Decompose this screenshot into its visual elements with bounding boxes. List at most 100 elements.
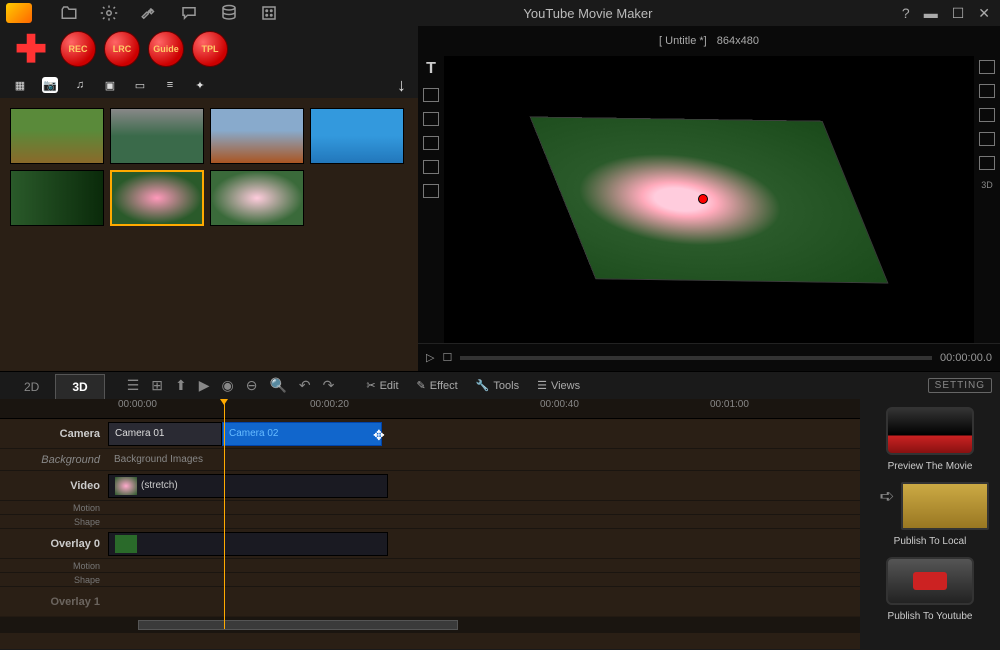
app-logo bbox=[6, 3, 32, 23]
background-clip[interactable]: Background Images bbox=[108, 451, 708, 469]
align-top-icon[interactable] bbox=[423, 160, 439, 174]
camera-add-icon[interactable]: ⊞ bbox=[151, 377, 163, 394]
zoom-out-icon[interactable]: ⊖ bbox=[246, 377, 258, 394]
music-tab-icon[interactable]: ♫ bbox=[72, 77, 88, 93]
overlay1-track-label: Overlay 1 bbox=[0, 596, 108, 608]
scrollbar-thumb[interactable] bbox=[138, 620, 458, 630]
list-tab-icon[interactable]: ≡ bbox=[162, 77, 178, 93]
app-title: YouTube Movie Maker bbox=[278, 6, 898, 21]
camera-clip-2[interactable]: Camera 02 ✥ bbox=[222, 422, 382, 446]
edit-menu[interactable]: ✂ Edit bbox=[366, 379, 398, 392]
close-button[interactable]: ✕ bbox=[974, 5, 994, 22]
app-icon[interactable] bbox=[260, 4, 278, 22]
camera-clip-1[interactable]: Camera 01 bbox=[108, 422, 222, 446]
record-button[interactable]: REC bbox=[60, 31, 96, 67]
timeline-scrollbar[interactable] bbox=[0, 617, 860, 633]
help-button[interactable]: ? bbox=[898, 5, 914, 22]
arrow-icon: ➪ bbox=[879, 486, 894, 507]
menu-icon[interactable]: ☰ bbox=[127, 377, 140, 394]
video-tab-icon[interactable]: ▦ bbox=[12, 77, 28, 93]
image-tab-icon[interactable]: ▭ bbox=[132, 77, 148, 93]
publish-youtube-label: Publish To Youtube bbox=[888, 611, 973, 622]
align-right-icon[interactable] bbox=[423, 136, 439, 150]
overlay0-track-label: Overlay 0 bbox=[0, 538, 108, 550]
minimize-button[interactable]: ▬ bbox=[920, 5, 942, 22]
clip-thumb-icon bbox=[115, 477, 137, 495]
ruler-tick: 00:00:40 bbox=[540, 399, 579, 410]
stop-button[interactable]: ☐ bbox=[442, 351, 452, 364]
publish-local-button[interactable] bbox=[901, 482, 989, 530]
media-thumb[interactable] bbox=[310, 108, 404, 164]
tab-2d[interactable]: 2D bbox=[8, 375, 55, 399]
3d-tool-icon[interactable]: 3D bbox=[981, 180, 993, 190]
play-icon[interactable]: ▶ bbox=[199, 377, 210, 394]
timeline[interactable]: 00:00:00 00:00:20 00:00:40 00:01:00 Came… bbox=[0, 399, 860, 649]
media-thumb[interactable] bbox=[10, 108, 104, 164]
tab-3d[interactable]: 3D bbox=[55, 374, 104, 399]
motion-track-label: Motion bbox=[0, 503, 108, 513]
preview-movie-label: Preview The Movie bbox=[888, 461, 973, 472]
play-button[interactable]: ▷ bbox=[426, 351, 434, 364]
redo-icon[interactable]: ↷ bbox=[323, 377, 335, 394]
publish-youtube-button[interactable] bbox=[886, 557, 974, 605]
plugin-tab-icon[interactable]: ✦ bbox=[192, 77, 208, 93]
media-thumb-selected[interactable] bbox=[110, 170, 204, 226]
bounds-tool-icon[interactable] bbox=[979, 132, 995, 146]
shape-track-label: Shape bbox=[0, 517, 108, 527]
folder-icon[interactable] bbox=[60, 4, 78, 22]
background-track-label: Background bbox=[0, 454, 108, 466]
ruler-tick: 00:00:20 bbox=[310, 399, 349, 410]
move-cursor-icon: ✥ bbox=[373, 427, 385, 444]
effect-tab-icon[interactable]: ▣ bbox=[102, 77, 118, 93]
text-tool-icon[interactable]: T bbox=[426, 60, 436, 78]
grid-tool-icon[interactable] bbox=[979, 60, 995, 74]
time-ruler[interactable]: 00:00:00 00:00:20 00:00:40 00:01:00 bbox=[0, 399, 860, 419]
clip-thumb-icon bbox=[115, 535, 137, 553]
frame-tool-icon[interactable] bbox=[979, 156, 995, 170]
gear-icon[interactable] bbox=[100, 4, 118, 22]
media-thumb[interactable] bbox=[10, 170, 104, 226]
preview-movie-button[interactable] bbox=[886, 407, 974, 455]
playhead[interactable] bbox=[224, 399, 225, 629]
tpl-button[interactable]: TPL bbox=[192, 31, 228, 67]
align-left-icon[interactable] bbox=[423, 88, 439, 102]
playback-time: 00:00:00.0 bbox=[940, 352, 992, 364]
add-media-button[interactable]: ✚ bbox=[10, 28, 52, 70]
playback-slider[interactable] bbox=[460, 356, 932, 360]
photo-tab-icon[interactable]: 📷 bbox=[42, 77, 58, 93]
tools-menu[interactable]: 🔧 Tools bbox=[476, 379, 519, 392]
guide-button[interactable]: Guide bbox=[148, 31, 184, 67]
layer-tool-icon[interactable] bbox=[979, 108, 995, 122]
ruler-tick: 00:00:00 bbox=[118, 399, 157, 410]
stop-icon[interactable]: ◉ bbox=[222, 377, 234, 394]
preview-resolution: 864x480 bbox=[717, 35, 759, 47]
views-menu[interactable]: ☰ Views bbox=[537, 379, 580, 392]
zoom-icon[interactable]: 🔍 bbox=[269, 377, 286, 394]
lrc-button[interactable]: LRC bbox=[104, 31, 140, 67]
database-icon[interactable] bbox=[220, 4, 238, 22]
chat-icon[interactable] bbox=[180, 4, 198, 22]
document-name: [ Untitle *] bbox=[659, 35, 707, 47]
preview-canvas[interactable] bbox=[444, 56, 974, 343]
overlay-clip[interactable] bbox=[108, 532, 388, 556]
undo-icon[interactable]: ↶ bbox=[299, 377, 311, 394]
wrench-icon[interactable] bbox=[140, 4, 158, 22]
media-thumb[interactable] bbox=[210, 170, 304, 226]
video-clip[interactable]: (stretch) bbox=[108, 474, 388, 498]
download-icon[interactable]: ↓ bbox=[397, 75, 406, 96]
maximize-button[interactable]: ☐ bbox=[948, 5, 969, 22]
video-track-label: Video bbox=[0, 480, 108, 492]
shape-track-label: Shape bbox=[0, 575, 108, 585]
align-bottom-icon[interactable] bbox=[423, 184, 439, 198]
setting-button[interactable]: SETTING bbox=[928, 378, 992, 393]
media-thumb[interactable] bbox=[210, 108, 304, 164]
motion-track-label: Motion bbox=[0, 561, 108, 571]
ruler-tick: 00:01:00 bbox=[710, 399, 749, 410]
effect-menu[interactable]: ✎ Effect bbox=[417, 379, 458, 392]
align-center-icon[interactable] bbox=[423, 112, 439, 126]
up-icon[interactable]: ⬆ bbox=[175, 377, 187, 394]
media-thumb[interactable] bbox=[110, 108, 204, 164]
snap-tool-icon[interactable] bbox=[979, 84, 995, 98]
media-library bbox=[0, 98, 418, 371]
preview-image[interactable] bbox=[530, 116, 889, 283]
